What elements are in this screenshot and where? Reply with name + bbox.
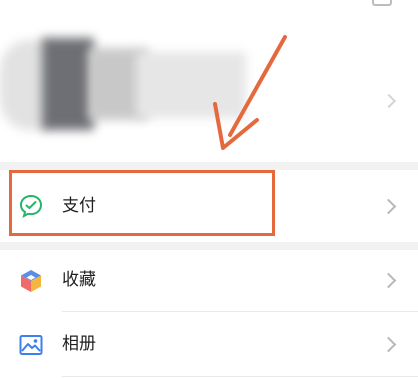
profile-card[interactable] [0, 0, 418, 162]
blurred-profile-region [0, 40, 48, 130]
favorites-cube-icon [21, 270, 41, 292]
album-picture-icon [19, 335, 43, 355]
menu-item-label: 收藏 [62, 270, 96, 290]
blurred-profile-name [136, 52, 246, 118]
chevron-right-icon [380, 272, 397, 289]
chevron-right-icon [380, 336, 397, 353]
chevron-right-icon [380, 198, 397, 215]
menu-item-favorites[interactable]: 收藏 [0, 250, 418, 312]
menu-divider [62, 376, 418, 377]
top-bar-icon [372, 0, 392, 6]
blurred-avatar [42, 38, 94, 130]
menu-item-label: 相册 [62, 334, 96, 354]
highlight-box [9, 170, 275, 236]
chevron-right-icon [381, 93, 397, 109]
menu-item-album[interactable]: 相册 [0, 312, 418, 378]
